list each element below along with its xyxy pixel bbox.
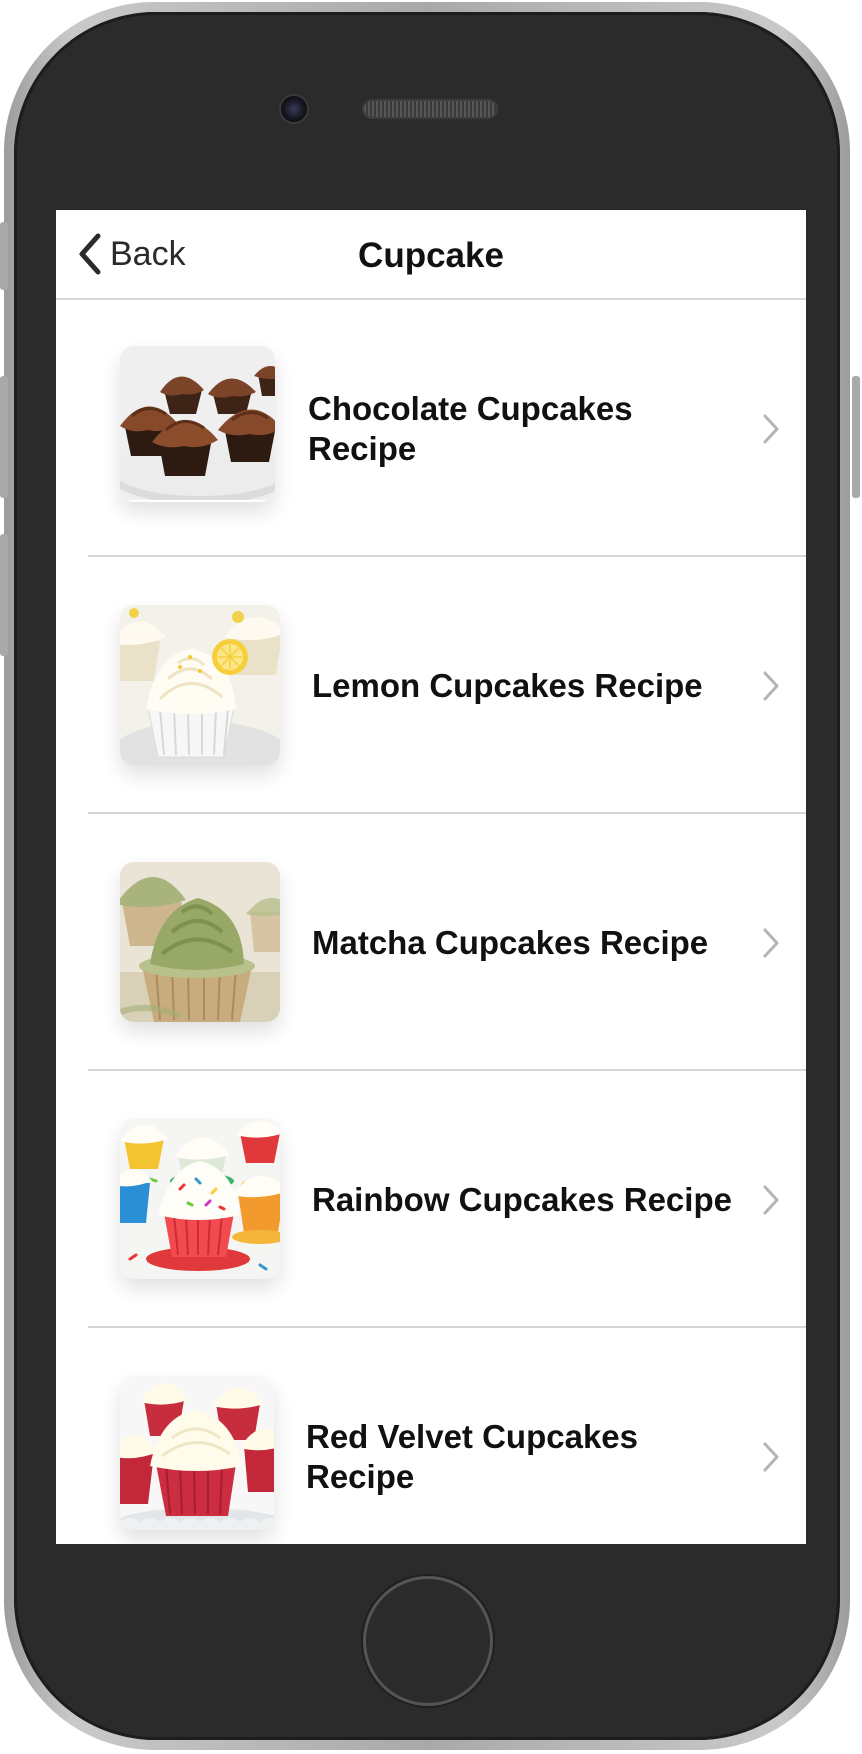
rainbow-cupcake-photo <box>120 1119 280 1279</box>
home-button[interactable] <box>363 1576 493 1706</box>
recipe-title: Matcha Cupcakes Recipe <box>312 923 709 961</box>
matcha-cupcake-photo <box>120 862 280 1022</box>
recipe-list: Chocolate Cupcakes Recipe Lemon Cupcakes… <box>56 300 806 1544</box>
chevron-right-icon <box>762 1441 780 1473</box>
recipe-title: Rainbow Cupcakes Recipe <box>312 1180 732 1218</box>
recipe-row-red-velvet[interactable]: Red Velvet Cupcakes Recipe <box>56 1328 806 1544</box>
volume-up-button <box>0 376 8 498</box>
app-screen: Back Cupcake Chocolate Cupcakes Recipe L… <box>56 210 806 1544</box>
recipe-row-matcha[interactable]: Matcha Cupcakes Recipe <box>56 814 806 1071</box>
chevron-right-icon <box>762 1184 780 1216</box>
volume-down-button <box>0 534 8 656</box>
earpiece-speaker <box>364 101 496 117</box>
chevron-right-icon <box>762 927 780 959</box>
power-button <box>852 376 860 498</box>
chevron-right-icon <box>762 670 780 702</box>
recipe-title: Red Velvet Cupcakes Recipe <box>306 1417 638 1495</box>
mute-switch <box>0 222 8 290</box>
lemon-cupcake-photo <box>120 605 280 765</box>
recipe-title: Lemon Cupcakes Recipe <box>312 666 703 704</box>
navigation-bar: Back Cupcake <box>56 210 806 300</box>
recipe-row-lemon[interactable]: Lemon Cupcakes Recipe <box>56 557 806 814</box>
front-camera <box>281 96 307 122</box>
page-title: Cupcake <box>358 236 504 275</box>
recipe-row-chocolate[interactable]: Chocolate Cupcakes Recipe <box>56 300 806 557</box>
red-velvet-cupcake-photo <box>120 1376 274 1530</box>
recipe-row-rainbow[interactable]: Rainbow Cupcakes Recipe <box>56 1071 806 1328</box>
recipe-title: Chocolate Cupcakes Recipe <box>308 389 633 467</box>
chevron-right-icon <box>762 413 780 445</box>
chocolate-cupcake-photo <box>120 346 275 502</box>
